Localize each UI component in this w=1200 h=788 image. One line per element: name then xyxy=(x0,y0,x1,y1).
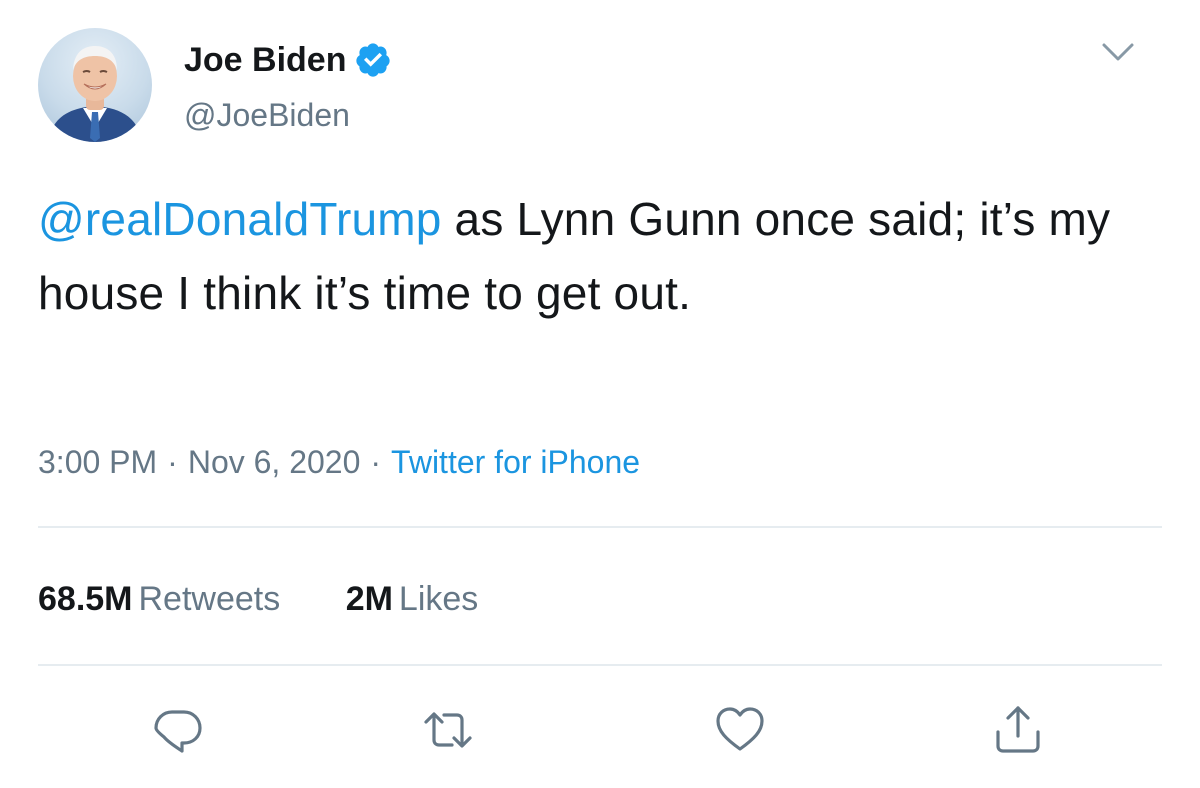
divider xyxy=(38,664,1162,666)
retweet-icon[interactable] xyxy=(420,702,476,758)
divider xyxy=(38,526,1162,528)
avatar-image xyxy=(48,46,142,142)
tweet-stats: 68.5M Retweets 2M Likes xyxy=(38,578,478,620)
retweets-count: 68.5M xyxy=(38,580,133,618)
likes-count: 2M xyxy=(345,580,393,618)
chevron-down-icon[interactable] xyxy=(1100,40,1136,64)
retweets-stat[interactable]: 68.5M Retweets xyxy=(38,578,280,620)
share-icon[interactable] xyxy=(990,702,1046,758)
verified-badge-icon xyxy=(354,41,392,79)
retweets-label: Retweets xyxy=(138,580,281,618)
tweet-date[interactable]: Nov 6, 2020 xyxy=(188,444,361,480)
heart-icon[interactable] xyxy=(712,702,768,758)
author-name[interactable]: Joe Biden xyxy=(184,40,346,80)
author-name-row: Joe Biden xyxy=(184,40,392,80)
likes-label: Likes xyxy=(398,580,479,618)
meta-separator: · xyxy=(167,444,178,480)
mention-link[interactable]: @realDonaldTrump xyxy=(38,193,442,245)
meta-separator: · xyxy=(370,444,382,480)
author-handle[interactable]: @JoeBiden xyxy=(184,95,350,135)
reply-icon[interactable] xyxy=(150,702,206,758)
tweet-card: Joe Biden @JoeBiden @realDonaldTrump as … xyxy=(0,0,1200,788)
tweet-source[interactable]: Twitter for iPhone xyxy=(391,444,640,480)
tweet-meta: 3:00 PM · Nov 6, 2020 · Twitter for iPhone xyxy=(38,442,640,482)
tweet-text: @realDonaldTrump as Lynn Gunn once said;… xyxy=(38,182,1158,330)
action-bar xyxy=(0,702,1200,758)
avatar[interactable] xyxy=(38,28,152,142)
tweet-time[interactable]: 3:00 PM xyxy=(38,444,157,480)
likes-stat[interactable]: 2M Likes xyxy=(346,578,479,620)
